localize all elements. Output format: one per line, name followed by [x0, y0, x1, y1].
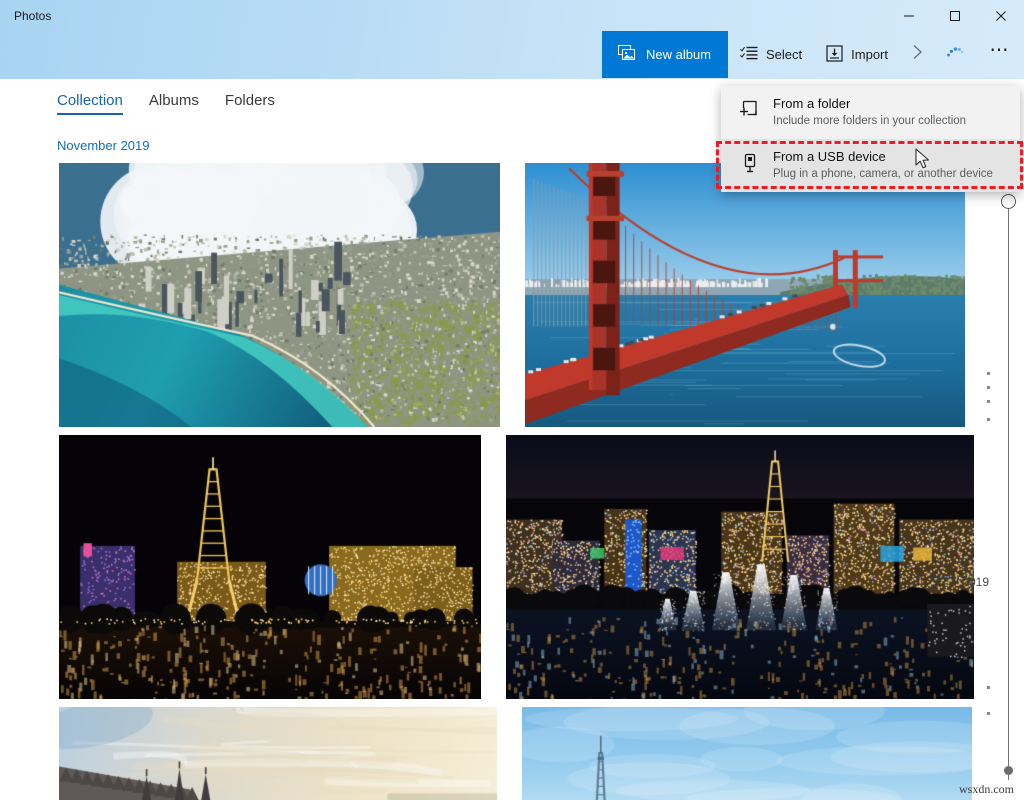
photo-paris-rooftops[interactable] [59, 707, 497, 800]
photo-row [0, 435, 990, 699]
timeline-tick [987, 372, 990, 375]
photo-honolulu-aerial[interactable] [59, 163, 500, 427]
minimize-button[interactable] [886, 0, 932, 31]
sync-status-indicator [934, 31, 976, 78]
import-button[interactable]: Import [814, 31, 900, 78]
close-button[interactable] [978, 0, 1024, 31]
app-title: Photos [14, 9, 52, 23]
menu-item-subtitle: Plug in a phone, camera, or another devi… [773, 168, 993, 180]
photo-row [0, 707, 990, 800]
menu-item-title: From a folder [773, 96, 851, 111]
photo-row [0, 163, 990, 427]
title-bar: Photos New album Select Import ⋯ [0, 0, 1024, 79]
import-flyout-menu: From a folder Include more folders in yo… [721, 86, 1020, 192]
expand-commands-button[interactable] [900, 31, 934, 78]
ellipsis-icon: ⋯ [989, 40, 1011, 61]
chevron-right-icon [912, 44, 923, 65]
select-label: Select [766, 47, 803, 62]
photo-thumbnail [525, 163, 965, 427]
photo-thumbnail [59, 707, 497, 800]
timeline-end-marker [1004, 766, 1013, 775]
select-checklist-icon [740, 46, 758, 64]
photo-las-vegas-fountains[interactable] [506, 435, 974, 699]
maximize-button[interactable] [932, 0, 978, 31]
timeline-tick [987, 386, 990, 389]
photo-thumbnail [522, 707, 972, 800]
import-tray-icon [826, 44, 843, 65]
timeline-track [1008, 202, 1009, 780]
minimize-icon [903, 10, 915, 22]
new-album-icon [617, 44, 637, 65]
usb-device-icon [739, 148, 761, 179]
menu-item-from-a-usb-device[interactable]: From a USB device Plug in a phone, camer… [721, 139, 1020, 192]
tab-albums[interactable]: Albums [149, 92, 199, 115]
watermark-label: wsxdn.com [959, 782, 1014, 796]
mouse-cursor-icon [915, 148, 932, 176]
menu-item-title: From a USB device [773, 149, 886, 164]
menu-item-from-a-folder[interactable]: From a folder Include more folders in yo… [721, 86, 1020, 139]
tab-collection[interactable]: Collection [57, 92, 123, 115]
menu-item-text-block: From a folder Include more folders in yo… [773, 95, 966, 129]
new-album-button[interactable]: New album [601, 31, 729, 78]
tab-folders-label: Folders [224, 92, 275, 109]
timeline-tick [987, 712, 990, 715]
command-bar: New album Select Import ⋯ [601, 31, 1024, 78]
photo-golden-gate-bridge[interactable] [525, 163, 965, 427]
timeline-scrollbar[interactable] [980, 186, 1024, 800]
import-label: Import [851, 47, 888, 62]
photo-eiffel-tower-sky[interactable] [522, 707, 972, 800]
scroll-handle-icon[interactable] [1001, 194, 1016, 209]
close-icon [995, 10, 1007, 22]
sync-spinner-icon [944, 44, 966, 65]
window-controls [886, 0, 1024, 31]
see-more-button[interactable]: ⋯ [976, 31, 1024, 78]
tab-folders[interactable]: Folders [225, 92, 275, 115]
tab-albums-label: Albums [148, 92, 199, 109]
month-group-header[interactable]: November 2019 [57, 138, 150, 153]
photo-thumbnail [506, 435, 974, 699]
maximize-icon [949, 10, 961, 22]
new-album-label: New album [645, 47, 712, 62]
timeline-tick [987, 400, 990, 403]
photo-thumbnail [59, 163, 500, 427]
view-tabs: Collection Albums Folders [57, 92, 275, 115]
folder-add-icon [739, 95, 761, 125]
tab-collection-label: Collection [57, 92, 123, 109]
photo-las-vegas-night[interactable] [59, 435, 481, 699]
timeline-tick [987, 418, 990, 421]
menu-item-text-block: From a USB device Plug in a phone, camer… [773, 148, 993, 182]
menu-item-subtitle: Include more folders in your collection [773, 115, 967, 127]
timeline-tick [987, 686, 990, 689]
photo-thumbnail [59, 435, 481, 699]
select-button[interactable]: Select [728, 31, 814, 78]
photo-grid [0, 163, 990, 800]
photos-app-window: Photos New album Select Import ⋯ Collect… [0, 0, 1024, 800]
